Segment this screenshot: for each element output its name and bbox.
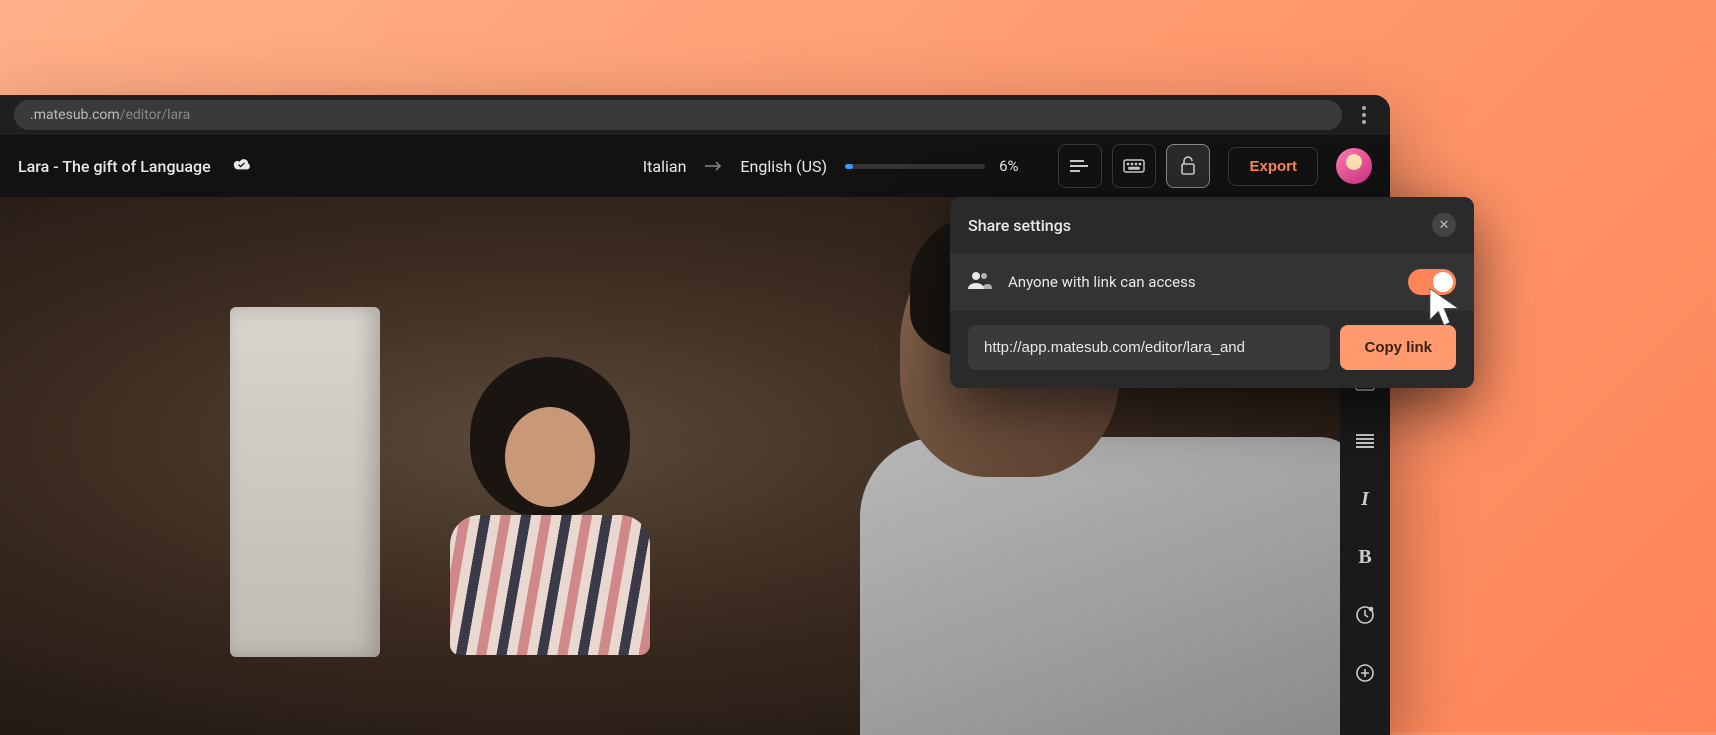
url-field[interactable]: .matesub.com/editor/lara	[14, 100, 1342, 130]
tool-add[interactable]	[1349, 657, 1381, 689]
tool-bold[interactable]: B	[1349, 541, 1381, 573]
progress-percent: 6%	[999, 157, 1018, 175]
browser-url-bar: .matesub.com/editor/lara	[0, 95, 1390, 135]
share-access-toggle[interactable]	[1408, 269, 1456, 295]
tool-italic[interactable]: I	[1349, 483, 1381, 515]
user-avatar[interactable]	[1336, 148, 1372, 184]
share-link-field[interactable]	[968, 325, 1330, 370]
arrow-right-icon	[704, 157, 722, 176]
progress-indicator: 6%	[845, 157, 1018, 175]
tool-align[interactable]	[1349, 425, 1381, 457]
progress-fill	[845, 164, 853, 169]
project-title: Lara - The gift of Language	[18, 157, 211, 176]
browser-window: .matesub.com/editor/lara Lara - The gift…	[0, 95, 1390, 735]
copy-link-button[interactable]: Copy link	[1340, 325, 1456, 370]
export-button[interactable]: Export	[1228, 147, 1318, 186]
share-settings-popover: Share settings ✕ Anyone with link can ac…	[950, 197, 1474, 388]
browser-menu-icon[interactable]	[1352, 103, 1376, 127]
app-toolbar: Lara - The gift of Language Italian Engl…	[0, 135, 1390, 197]
url-path: /editor/lara	[120, 107, 191, 123]
share-lock-button[interactable]	[1166, 144, 1210, 188]
target-language: English (US)	[740, 157, 827, 176]
progress-bar	[845, 164, 985, 169]
subtitle-panel-button[interactable]	[1058, 144, 1102, 188]
url-domain: .matesub.com	[30, 107, 120, 123]
keyboard-button[interactable]	[1112, 144, 1156, 188]
close-icon[interactable]: ✕	[1432, 213, 1456, 237]
share-title: Share settings	[968, 216, 1071, 235]
cloud-synced-icon	[231, 156, 253, 176]
share-access-label: Anyone with link can access	[1008, 273, 1392, 291]
people-icon	[968, 271, 992, 293]
source-language: Italian	[643, 157, 687, 176]
tool-timing[interactable]	[1349, 599, 1381, 631]
